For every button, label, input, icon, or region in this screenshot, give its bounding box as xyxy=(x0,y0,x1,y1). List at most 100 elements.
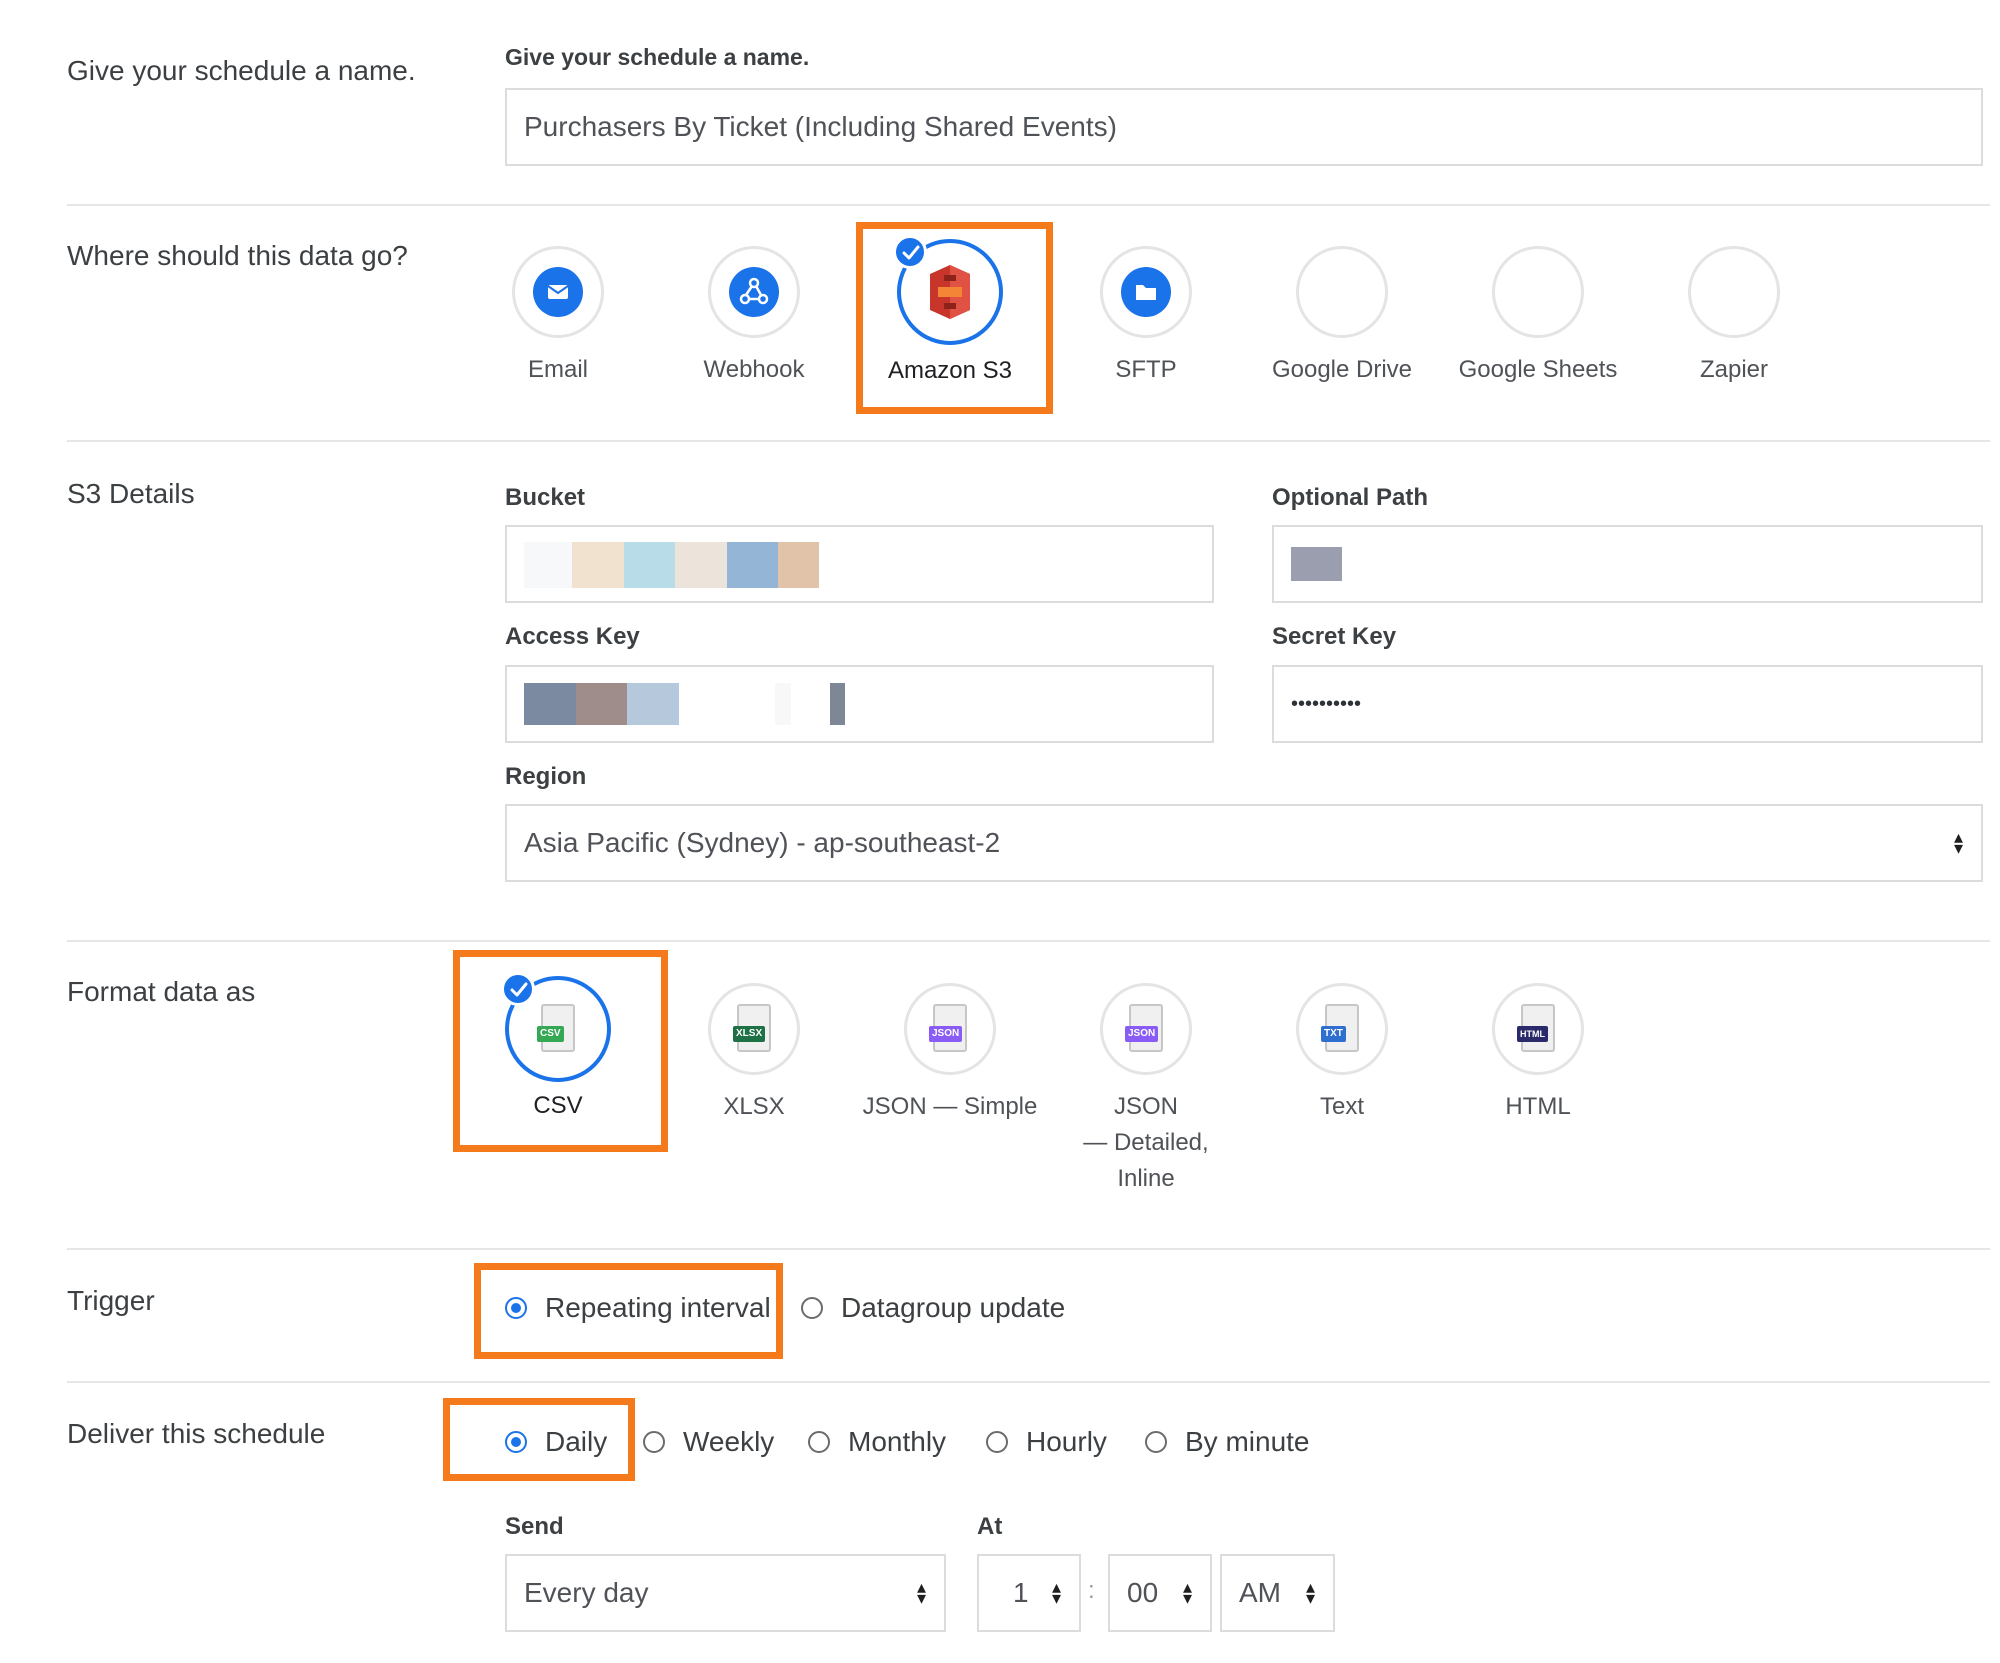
access-key-input[interactable] xyxy=(505,665,1214,743)
trigger-datagroup-update-label: Datagroup update xyxy=(841,1292,1066,1323)
schedule-name-section-label: Give your schedule a name. xyxy=(67,55,416,86)
redacted-value xyxy=(830,683,845,725)
send-value: Every day xyxy=(524,1577,649,1608)
deliver-section-label: Deliver this schedule xyxy=(67,1418,326,1449)
select-arrows-icon: ▴ ▾ xyxy=(1305,1577,1315,1608)
divider xyxy=(67,1381,1990,1383)
redacted-value xyxy=(778,542,819,588)
txt-file-icon: TXT xyxy=(1296,983,1388,1075)
schedule-name-input[interactable]: Purchasers By Ticket (Including Shared E… xyxy=(505,88,1983,166)
secret-key-value: •••••••••• xyxy=(1291,692,1362,715)
redacted-value xyxy=(624,542,675,588)
hour-select[interactable]: 1 ▴ ▾ xyxy=(977,1554,1081,1632)
format-xlsx-label: XLSX xyxy=(723,1093,785,1120)
redacted-value xyxy=(727,542,778,588)
destination-zapier[interactable]: Zapier xyxy=(1644,246,1824,388)
region-value: Asia Pacific (Sydney) - ap-southeast-2 xyxy=(524,827,1001,858)
sftp-icon xyxy=(1100,246,1192,338)
format-section-label: Format data as xyxy=(67,976,256,1007)
highlight-box xyxy=(453,950,668,1152)
destination-zapier-label: Zapier xyxy=(1699,356,1769,383)
send-select[interactable]: Every day ▴ ▾ xyxy=(505,1554,946,1632)
select-arrows-icon: ▴ ▾ xyxy=(1182,1577,1192,1608)
hour-value: 1 xyxy=(1013,1577,1029,1608)
radio-indicator xyxy=(801,1297,823,1319)
json-file-icon: JSON xyxy=(1100,983,1192,1075)
deliver-by-minute-radio[interactable]: By minute xyxy=(1145,1426,1310,1458)
redacted-value xyxy=(675,542,727,588)
optional-path-input[interactable] xyxy=(1272,525,1983,603)
bucket-label: Bucket xyxy=(505,484,586,511)
destination-email-label: Email xyxy=(527,356,588,383)
divider xyxy=(67,204,1990,206)
ampm-select[interactable]: AM ▴ ▾ xyxy=(1220,1554,1335,1632)
destination-google-drive-label: Google Drive xyxy=(1271,356,1413,383)
email-icon xyxy=(512,246,604,338)
radio-indicator xyxy=(808,1431,830,1453)
html-file-icon: HTML xyxy=(1492,983,1584,1075)
optional-path-label: Optional Path xyxy=(1272,484,1428,511)
deliver-weekly-radio[interactable]: Weekly xyxy=(643,1426,774,1458)
destination-google-sheets-label: Google Sheets xyxy=(1458,356,1618,383)
trigger-datagroup-update-radio[interactable]: Datagroup update xyxy=(801,1292,1065,1324)
format-json-simple[interactable]: JSON JSON — Simple xyxy=(860,983,1040,1125)
format-html-label: HTML xyxy=(1505,1093,1571,1120)
destination-webhook-label: Webhook xyxy=(703,356,805,383)
google-drive-icon xyxy=(1296,246,1388,338)
redacted-value xyxy=(576,683,627,725)
destination-section-label: Where should this data go? xyxy=(67,240,408,271)
format-json-detailed-label: JSON — Detailed, Inline xyxy=(1056,1089,1236,1197)
format-text[interactable]: TXT Text xyxy=(1252,983,1432,1125)
divider xyxy=(67,940,1990,942)
google-sheets-icon xyxy=(1492,246,1584,338)
deliver-weekly-label: Weekly xyxy=(683,1426,775,1457)
format-xlsx[interactable]: XLSX XLSX xyxy=(664,983,844,1125)
secret-key-input[interactable]: •••••••••• xyxy=(1272,665,1983,743)
divider xyxy=(67,440,1990,442)
format-html[interactable]: HTML HTML xyxy=(1448,983,1628,1125)
format-json-simple-label: JSON — Simple xyxy=(862,1093,1038,1120)
deliver-by-minute-label: By minute xyxy=(1185,1426,1310,1457)
minute-value: 00 xyxy=(1127,1577,1159,1608)
select-arrows-icon: ▴ ▾ xyxy=(916,1577,926,1608)
format-json-detailed-inline[interactable]: JSON JSON — Detailed, Inline xyxy=(1056,983,1236,1197)
format-text-label: Text xyxy=(1319,1093,1364,1120)
s3-details-section-label: S3 Details xyxy=(67,478,195,509)
time-separator: : xyxy=(1088,1577,1095,1604)
redacted-value xyxy=(627,683,679,725)
minute-select[interactable]: 00 ▴ ▾ xyxy=(1108,1554,1212,1632)
bucket-input[interactable] xyxy=(505,525,1214,603)
schedule-name-value: Purchasers By Ticket (Including Shared E… xyxy=(524,111,1117,142)
select-arrows-icon: ▴ ▾ xyxy=(1051,1577,1061,1608)
send-label: Send xyxy=(505,1513,564,1540)
radio-indicator xyxy=(986,1431,1008,1453)
select-arrows-icon: ▴ ▾ xyxy=(1953,827,1963,858)
region-label: Region xyxy=(505,763,587,790)
redacted-value xyxy=(524,683,576,725)
redacted-value xyxy=(775,683,791,725)
trigger-section-label: Trigger xyxy=(67,1285,155,1316)
deliver-hourly-radio[interactable]: Hourly xyxy=(986,1426,1107,1458)
webhook-icon xyxy=(708,246,800,338)
destination-google-sheets[interactable]: Google Sheets xyxy=(1448,246,1628,388)
deliver-hourly-label: Hourly xyxy=(1026,1426,1107,1457)
label-line: — Detailed, xyxy=(1083,1129,1209,1156)
region-select[interactable]: Asia Pacific (Sydney) - ap-southeast-2 ▴… xyxy=(505,804,1983,882)
deliver-monthly-label: Monthly xyxy=(848,1426,947,1457)
destination-webhook[interactable]: Webhook xyxy=(664,246,844,388)
redacted-value xyxy=(572,542,624,588)
destination-email[interactable]: Email xyxy=(468,246,648,388)
xlsx-file-icon: XLSX xyxy=(708,983,800,1075)
access-key-label: Access Key xyxy=(505,623,640,650)
deliver-monthly-radio[interactable]: Monthly xyxy=(808,1426,946,1458)
divider xyxy=(67,1248,1990,1250)
destination-google-drive[interactable]: Google Drive xyxy=(1252,246,1432,388)
highlight-box xyxy=(474,1263,783,1359)
destination-sftp[interactable]: SFTP xyxy=(1056,246,1236,388)
zapier-icon xyxy=(1688,246,1780,338)
radio-indicator xyxy=(1145,1431,1167,1453)
label-line: JSON xyxy=(1113,1093,1178,1120)
json-file-icon: JSON xyxy=(904,983,996,1075)
destination-sftp-label: SFTP xyxy=(1115,356,1177,383)
ampm-value: AM xyxy=(1239,1577,1281,1608)
